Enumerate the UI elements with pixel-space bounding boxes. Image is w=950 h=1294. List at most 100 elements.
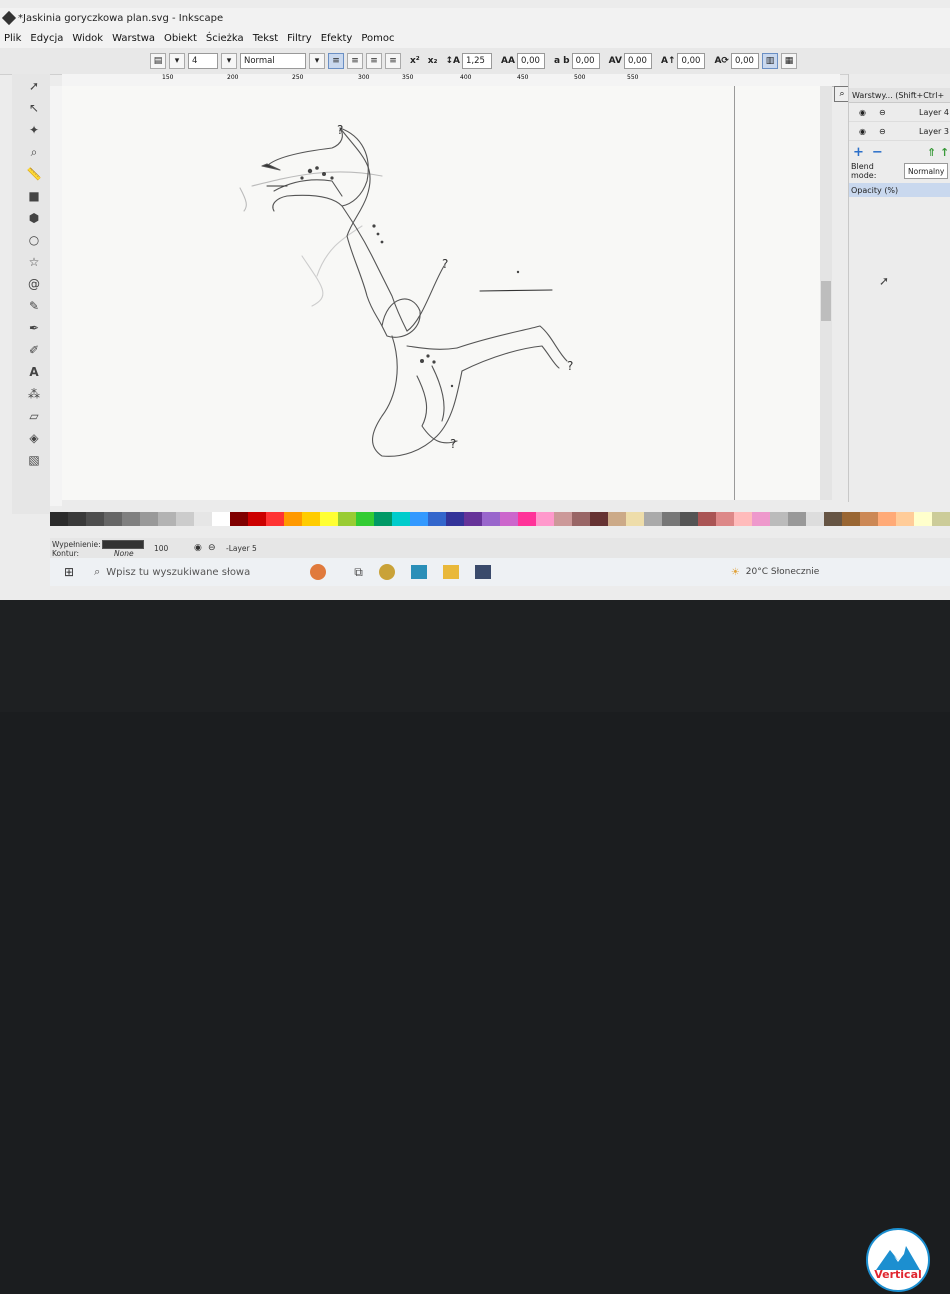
palette-swatch[interactable] [698,512,716,526]
pen-tool-icon[interactable]: ✒ [26,320,42,336]
palette-swatch[interactable] [878,512,896,526]
palette-swatch[interactable] [266,512,284,526]
subscript-icon[interactable]: x₂ [428,56,438,66]
menu-obiekt[interactable]: Obiekt [164,33,197,44]
palette-swatch[interactable] [212,512,230,526]
eye-icon[interactable]: ◉ [859,127,869,136]
horizontal-text-icon[interactable]: ▥ [761,53,778,69]
color-palette[interactable] [50,512,950,526]
palette-swatch[interactable] [194,512,212,526]
3d-box-tool-icon[interactable]: ⬢ [26,210,42,226]
spray-tool-icon[interactable]: ⁂ [26,386,42,402]
lock-icon[interactable]: ⊖ [879,127,889,136]
palette-swatch[interactable] [320,512,338,526]
vertical-scrollbar[interactable] [820,86,832,500]
rectangle-tool-icon[interactable]: ■ [26,188,42,204]
palette-swatch[interactable] [356,512,374,526]
font-style-field[interactable]: Normal [240,53,306,69]
palette-swatch[interactable] [410,512,428,526]
line-spacing-field[interactable]: 1,25 [462,53,493,69]
zoom-tool-icon[interactable]: ⌕ [26,144,42,160]
raise-layer-top-icon[interactable]: ⇑ [927,146,936,159]
palette-swatch[interactable] [482,512,500,526]
palette-swatch[interactable] [896,512,914,526]
palette-swatch[interactable] [518,512,536,526]
taskbar-search-box[interactable]: Wpisz tu wyszukiwane słowa [106,567,250,578]
palette-swatch[interactable] [158,512,176,526]
gradient-tool-icon[interactable]: ▧ [26,452,42,468]
current-layer-select[interactable]: -Layer 5 [226,544,257,553]
inkscape-taskbar-icon[interactable] [474,565,491,579]
font-size-dropdown-icon[interactable]: ▾ [169,53,185,69]
pencil-tool-icon[interactable]: ✎ [26,298,42,314]
palette-swatch[interactable] [626,512,644,526]
lock-icon[interactable]: ⊖ [208,543,216,553]
paint-bucket-tool-icon[interactable]: ◈ [26,430,42,446]
palette-swatch[interactable] [338,512,356,526]
palette-swatch[interactable] [500,512,518,526]
measure-tool-icon[interactable]: 📏 [26,166,42,182]
calligraphy-tool-icon[interactable]: ✐ [26,342,42,358]
palette-swatch[interactable] [716,512,734,526]
palette-swatch[interactable] [464,512,482,526]
mail-icon[interactable] [410,565,427,579]
palette-swatch[interactable] [752,512,770,526]
ellipse-tool-icon[interactable]: ○ [26,232,42,248]
align-left-icon[interactable]: ≡ [328,53,344,69]
letter-spacing-field[interactable]: 0,00 [516,53,545,69]
palette-swatch[interactable] [446,512,464,526]
raise-layer-icon[interactable]: ↑ [940,146,949,159]
spiral-tool-icon[interactable]: @ [26,276,42,292]
layer-row[interactable]: ◉ ⊖ Layer 3 [849,122,950,141]
menu-filtry[interactable]: Filtry [287,33,312,44]
palette-swatch[interactable] [590,512,608,526]
palette-swatch[interactable] [50,512,68,526]
menu-edycja[interactable]: Edycja [30,33,63,44]
add-layer-icon[interactable]: + [853,145,864,160]
file-explorer-icon[interactable] [442,565,459,579]
palette-swatch[interactable] [230,512,248,526]
fill-swatch[interactable] [102,540,144,549]
palette-swatch[interactable] [806,512,824,526]
eye-icon[interactable]: ◉ [859,108,869,117]
vertical-shift-field[interactable]: 0,00 [677,53,706,69]
horizontal-scrollbar[interactable] [62,500,820,510]
menu-warstwa[interactable]: Warstwa [112,33,155,44]
palette-swatch[interactable] [914,512,932,526]
palette-swatch[interactable] [644,512,662,526]
menu-widok[interactable]: Widok [72,33,103,44]
palette-swatch[interactable] [932,512,950,526]
palette-swatch[interactable] [140,512,158,526]
eye-icon[interactable]: ◉ [194,543,202,553]
palette-swatch[interactable] [788,512,806,526]
menu-efekty[interactable]: Efekty [321,33,353,44]
eraser-tool-icon[interactable]: ▱ [26,408,42,424]
text-tool-icon[interactable]: A [26,364,42,380]
font-size-field[interactable]: 4 [188,53,218,69]
superscript-icon[interactable]: x² [410,56,420,66]
tweak-tool-icon[interactable]: ✦ [26,122,42,138]
palette-swatch[interactable] [302,512,320,526]
star-tool-icon[interactable]: ☆ [26,254,42,270]
palette-swatch[interactable] [770,512,788,526]
search-icon[interactable]: ⌕ [94,565,100,579]
browser-icon[interactable] [378,564,395,580]
palette-swatch[interactable] [284,512,302,526]
palette-swatch[interactable] [662,512,680,526]
palette-swatch[interactable] [374,512,392,526]
palette-swatch[interactable] [104,512,122,526]
palette-swatch[interactable] [428,512,446,526]
palette-swatch[interactable] [860,512,878,526]
menu-tekst[interactable]: Tekst [253,33,278,44]
task-view-icon[interactable]: ⧉ [354,565,363,580]
palette-swatch[interactable] [86,512,104,526]
palette-swatch[interactable] [392,512,410,526]
selector-tool-icon[interactable]: ➚ [26,78,42,94]
opacity-value[interactable]: 100 [154,544,168,553]
menu-plik[interactable]: Plik [4,33,21,44]
menu-sciezka[interactable]: Ścieżka [206,33,244,44]
palette-swatch[interactable] [122,512,140,526]
drawing-canvas[interactable]: ? ? ? ? [62,86,820,500]
align-right-icon[interactable]: ≡ [366,53,382,69]
align-center-icon[interactable]: ≡ [347,53,363,69]
